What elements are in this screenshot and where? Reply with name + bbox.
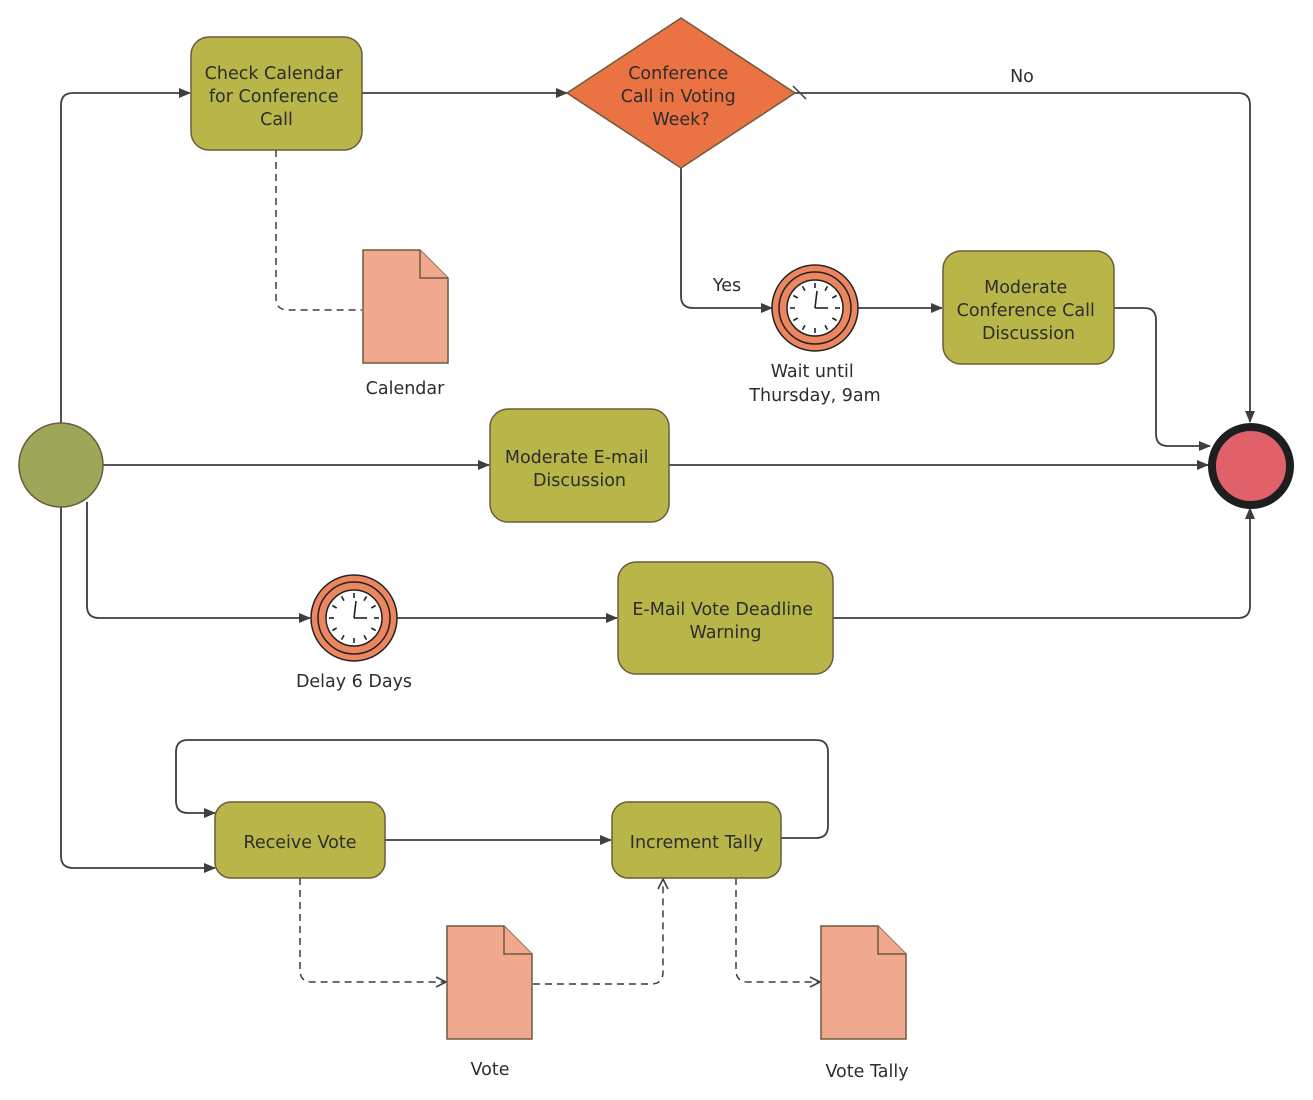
data-object-vote-tally[interactable] xyxy=(820,925,907,1040)
flow-label-no: No xyxy=(1010,67,1034,87)
data-object-calendar[interactable] xyxy=(362,249,449,364)
data-object-label-vote: Vote xyxy=(471,1060,510,1080)
flow-label-yes: Yes xyxy=(712,276,741,296)
task-moderate-conference-call[interactable]: Moderate Conference Call Discussion xyxy=(942,250,1115,365)
data-object-vote[interactable] xyxy=(446,925,533,1040)
timer-label-wait-until-thursday: Wait until Thursday, 9am xyxy=(748,362,880,406)
timer-event-wait-until-thursday[interactable] xyxy=(771,264,859,352)
task-email-vote-deadline-warning[interactable]: E-Mail Vote Deadline Warning xyxy=(617,561,834,675)
task-label: Increment Tally xyxy=(630,833,763,853)
task-increment-tally[interactable]: Increment Tally xyxy=(611,801,782,879)
data-object-label-vote-tally: Vote Tally xyxy=(825,1062,908,1082)
flow-start-to-delay-timer[interactable] xyxy=(86,502,311,623)
association-vote-to-increment-tally[interactable] xyxy=(533,879,663,985)
data-object-label-calendar: Calendar xyxy=(366,379,445,399)
association-increment-tally-to-vote-tally[interactable] xyxy=(735,878,820,982)
association-receive-vote-to-vote[interactable] xyxy=(299,878,446,982)
task-receive-vote[interactable]: Receive Vote xyxy=(214,801,386,879)
start-event[interactable] xyxy=(18,422,104,508)
timer-event-delay-6-days[interactable] xyxy=(310,574,398,662)
flow-moderate-conf-call-to-end[interactable] xyxy=(1114,307,1211,451)
task-moderate-email-discussion[interactable]: Moderate E-mail Discussion xyxy=(489,408,670,523)
flow-start-to-check-calendar[interactable] xyxy=(60,88,191,423)
task-label: Receive Vote xyxy=(243,833,356,853)
association-check-calendar-to-calendar[interactable] xyxy=(275,150,362,311)
timer-label-delay-6-days: Delay 6 Days xyxy=(296,672,412,692)
flow-email-warning-to-end[interactable] xyxy=(833,507,1255,619)
gateway-conference-call-in-voting-week[interactable]: Conference Call in Voting Week? xyxy=(565,17,797,169)
end-event[interactable] xyxy=(1208,423,1294,509)
bpmn-diagram: Check Calendar for Conference Call Moder… xyxy=(18,17,1294,1082)
task-check-calendar[interactable]: Check Calendar for Conference Call xyxy=(190,36,363,151)
